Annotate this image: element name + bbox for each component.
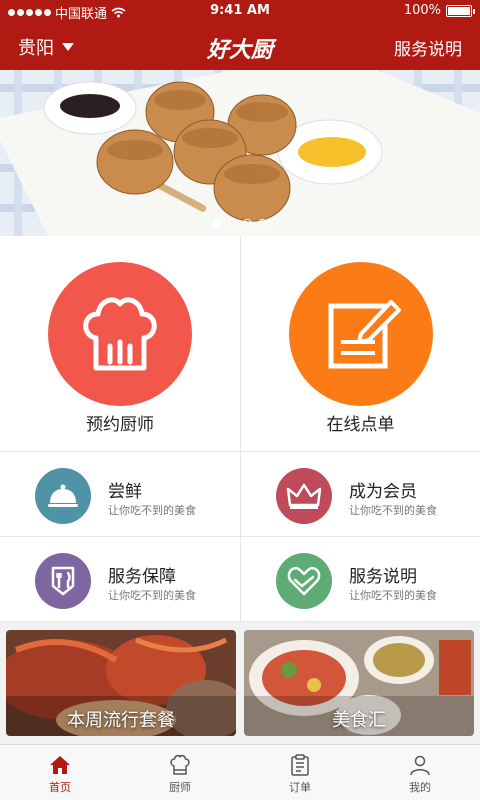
tab-orders-label: 订单: [289, 781, 311, 794]
promo-card-food-collection-label: 美食汇: [332, 710, 386, 731]
heart-icon: [287, 566, 321, 596]
status-bar: 中国联通 9:41 AM 100%: [0, 0, 480, 22]
feature-taste[interactable]: 尝鲜 让你吃不到的美食: [0, 452, 240, 537]
feature-taste-title: 尝鲜: [108, 482, 142, 502]
pager-dot[interactable]: [243, 219, 252, 228]
user-icon: [410, 755, 430, 776]
nav-bar: 贵阳 好大厨 服务说明: [0, 22, 480, 70]
clipboard-icon: [291, 754, 309, 776]
battery-percent: 100%: [403, 3, 441, 18]
promo-card-weekly-set-label: 本周流行套餐: [67, 710, 175, 731]
tab-home[interactable]: 首页: [0, 745, 120, 800]
feature-membership-title: 成为会员: [349, 482, 417, 502]
pager-dot[interactable]: [213, 219, 222, 228]
book-chef-button[interactable]: 预约厨师: [0, 236, 240, 452]
tab-profile[interactable]: 我的: [360, 745, 480, 800]
carousel-pager: [0, 219, 480, 228]
feature-taste-icon-circle: [35, 468, 91, 524]
promo-cards: 本周流行套餐 美食汇: [0, 622, 480, 744]
crown-icon: [286, 483, 322, 509]
tab-home-label: 首页: [49, 781, 71, 794]
feature-membership-icon-circle: [276, 468, 332, 524]
feature-membership-subtitle: 让你吃不到的美食: [349, 504, 437, 517]
feature-service-info-icon-circle: [276, 553, 332, 609]
promo-card-food-collection[interactable]: 美食汇: [244, 630, 474, 736]
chef-hat-icon: [83, 297, 157, 371]
tab-chefs[interactable]: 厨师: [120, 745, 240, 800]
online-order-button[interactable]: 在线点单: [240, 236, 480, 452]
book-chef-icon-circle: [48, 262, 192, 406]
feature-membership[interactable]: 成为会员 让你吃不到的美食: [240, 452, 480, 537]
feature-grid: 尝鲜 让你吃不到的美食 成为会员 让你吃不到的美食 服务保障 让你吃不到的美食 …: [0, 452, 480, 622]
tab-bar: 首页 厨师 订单 我的: [0, 744, 480, 800]
chef-hat-icon: [170, 754, 190, 775]
feature-service-info-title: 服务说明: [349, 567, 417, 587]
tab-profile-label: 我的: [409, 781, 431, 794]
cloche-icon: [48, 484, 78, 507]
service-info-link[interactable]: 服务说明: [394, 35, 462, 60]
book-chef-label: 预约厨师: [86, 415, 154, 435]
feature-taste-subtitle: 让你吃不到的美食: [108, 504, 196, 517]
primary-actions: 预约厨师 在线点单: [0, 236, 480, 452]
order-edit-icon: [328, 300, 401, 369]
banner-carousel[interactable]: [0, 70, 480, 236]
banner-food-image: [0, 70, 480, 236]
online-order-icon-circle: [289, 262, 433, 406]
tab-chefs-label: 厨师: [169, 781, 191, 794]
battery-icon: [446, 4, 475, 17]
online-order-label: 在线点单: [326, 415, 395, 435]
feature-guarantee-subtitle: 让你吃不到的美食: [108, 589, 196, 602]
home-icon: [50, 756, 70, 774]
feature-service-info[interactable]: 服务说明 让你吃不到的美食: [240, 537, 480, 622]
promo-card-weekly-set[interactable]: 本周流行套餐: [6, 630, 236, 736]
feature-guarantee-title: 服务保障: [108, 567, 176, 587]
feature-service-info-subtitle: 让你吃不到的美食: [349, 589, 437, 602]
feature-guarantee-icon-circle: [35, 553, 91, 609]
pager-dot[interactable]: [258, 219, 267, 228]
tab-orders[interactable]: 订单: [240, 745, 360, 800]
cutlery-icon: [51, 566, 75, 596]
feature-guarantee[interactable]: 服务保障 让你吃不到的美食: [0, 537, 240, 622]
battery-group: 100%: [403, 3, 475, 18]
pager-dot[interactable]: [228, 219, 237, 228]
